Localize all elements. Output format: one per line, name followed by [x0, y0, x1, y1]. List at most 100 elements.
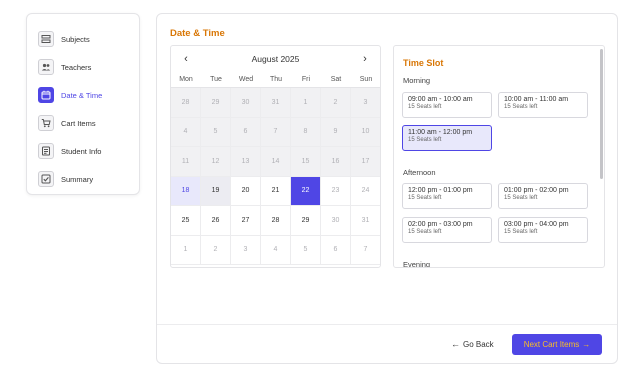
scrollbar[interactable]	[600, 49, 603, 179]
calendar-day: 13	[231, 147, 261, 177]
calendar-day: 15	[291, 147, 321, 177]
calendar-day: 29	[201, 88, 231, 118]
go-back-label: Go Back	[463, 339, 494, 349]
slot-seats: 15 Seats left	[408, 195, 442, 201]
calendar-day: 24	[351, 177, 380, 206]
time-slot-option[interactable]: 02:00 pm - 03:00 pm 15 Seats left	[402, 217, 492, 243]
calendar-weekdays: Mon Tue Wed Thu Fri Sat Sun	[171, 71, 380, 87]
arrow-right-icon: →	[582, 340, 591, 349]
checkbox-icon	[38, 171, 54, 187]
slot-time: 03:00 pm - 04:00 pm	[504, 221, 569, 228]
time-slot-option[interactable]: 09:00 am - 10:00 am 15 Seats left	[402, 92, 492, 118]
sidebar-item-label: Date & Time	[61, 90, 103, 100]
sidebar-item-date-time[interactable]: Date & Time	[27, 81, 139, 109]
calendar-day: 10	[351, 117, 380, 147]
arrow-left-icon: ←	[451, 339, 460, 349]
calendar-day: 5	[291, 235, 321, 265]
time-slot-panel: Time Slot Morning 09:00 am - 10:00 am 15…	[393, 45, 605, 268]
calendar-day: 7	[351, 236, 380, 265]
calendar-month: August 2025	[251, 53, 300, 64]
calendar-day[interactable]: 20	[231, 176, 261, 206]
calendar-day: 28	[171, 88, 201, 118]
weekday-label: Mon	[179, 75, 193, 83]
calendar: ‹ August 2025 › Mon Tue Wed Thu Fri Sat …	[170, 45, 381, 268]
time-slot-option-selected[interactable]: 11:00 am - 12:00 pm 15 Seats left	[402, 125, 492, 151]
sidebar-item-label: Summary	[61, 174, 94, 184]
slot-time: 11:00 am - 12:00 pm	[408, 129, 473, 136]
calendar-day: 6	[231, 117, 261, 147]
next-month-button[interactable]: ›	[359, 53, 371, 65]
slot-time: 01:00 pm - 02:00 pm	[504, 187, 569, 194]
next-cart-items-button[interactable]: Next Cart Items →	[512, 334, 602, 355]
sidebar-item-cart-items[interactable]: Cart Items	[27, 109, 139, 137]
calendar-day: 17	[351, 147, 380, 177]
cart-icon	[38, 115, 54, 131]
next-label: Next Cart Items	[523, 340, 580, 349]
calendar-day: 11	[171, 147, 201, 177]
calendar-icon	[38, 87, 54, 103]
calendar-grid: 28 29 30 31 1 2 3 4 5 6 7 8 9 10 11 12 1…	[171, 87, 380, 265]
list-icon	[38, 31, 54, 47]
sidebar-item-label: Student Info	[61, 146, 102, 156]
calendar-day: 6	[321, 235, 351, 265]
afternoon-label: Afternoon	[403, 168, 436, 177]
slot-time: 12:00 pm - 01:00 pm	[408, 187, 473, 194]
evening-label: Evening	[403, 260, 431, 268]
go-back-button[interactable]: ← Go Back	[451, 334, 494, 354]
time-slot-option[interactable]: 03:00 pm - 04:00 pm 15 Seats left	[498, 217, 588, 243]
sidebar-item-label: Cart Items	[61, 118, 96, 128]
calendar-day[interactable]: 26	[201, 206, 231, 236]
calendar-day[interactable]: 21	[261, 176, 291, 206]
weekday-label: Sat	[330, 75, 342, 83]
prev-month-button[interactable]: ‹	[180, 53, 192, 65]
document-icon	[38, 143, 54, 159]
calendar-day-selected[interactable]: 22	[291, 176, 321, 206]
footer-divider	[157, 324, 617, 325]
calendar-day: 30	[321, 206, 351, 236]
sidebar-item-subjects[interactable]: Subjects	[27, 25, 139, 53]
slot-seats: 15 Seats left	[504, 104, 538, 110]
calendar-day[interactable]: 28	[261, 206, 291, 236]
time-slot-option[interactable]: 01:00 pm - 02:00 pm 15 Seats left	[498, 183, 588, 209]
slot-time: 10:00 am - 11:00 am	[504, 96, 569, 103]
sidebar-item-label: Teachers	[61, 62, 92, 72]
calendar-day: 8	[291, 117, 321, 147]
calendar-day: 1	[171, 235, 201, 265]
sidebar-item-summary[interactable]: Summary	[27, 165, 139, 193]
weekday-label: Thu	[269, 75, 283, 83]
calendar-header: ‹ August 2025 ›	[171, 46, 380, 71]
time-slot-option[interactable]: 12:00 pm - 01:00 pm 15 Seats left	[402, 183, 492, 209]
sidebar-item-teachers[interactable]: Teachers	[27, 53, 139, 81]
calendar-day: 9	[321, 117, 351, 147]
slot-seats: 15 Seats left	[408, 104, 442, 110]
calendar-day: 4	[171, 117, 201, 147]
calendar-day[interactable]: 29	[291, 206, 321, 236]
calendar-day: 14	[261, 147, 291, 177]
calendar-day: 23	[321, 176, 351, 206]
calendar-day: 2	[321, 88, 351, 118]
page-title: Date & Time	[170, 28, 225, 39]
slot-time: 02:00 pm - 03:00 pm	[408, 221, 473, 228]
calendar-day[interactable]: 25	[171, 206, 201, 236]
calendar-day: 3	[231, 235, 261, 265]
time-slot-option[interactable]: 10:00 am - 11:00 am 15 Seats left	[498, 92, 588, 118]
people-icon	[38, 59, 54, 75]
weekday-label: Sun	[359, 75, 373, 83]
calendar-day[interactable]: 18	[171, 176, 201, 206]
slot-seats: 15 Seats left	[408, 137, 442, 143]
slot-seats: 15 Seats left	[504, 229, 538, 235]
calendar-day: 31	[261, 88, 291, 118]
calendar-day[interactable]: 19	[201, 176, 231, 206]
calendar-day: 1	[291, 88, 321, 118]
calendar-day[interactable]: 27	[231, 206, 261, 236]
sidebar-item-student-info[interactable]: Student Info	[27, 137, 139, 165]
slot-time: 09:00 am - 10:00 am	[408, 96, 473, 103]
weekday-label: Wed	[238, 75, 254, 83]
calendar-day: 7	[261, 117, 291, 147]
main-panel: Date & Time ‹ August 2025 › Mon Tue Wed …	[156, 13, 618, 364]
calendar-day: 2	[201, 235, 231, 265]
calendar-day: 31	[351, 206, 380, 236]
slot-seats: 15 Seats left	[408, 229, 442, 235]
calendar-day: 3	[351, 88, 380, 118]
calendar-day: 16	[321, 147, 351, 177]
